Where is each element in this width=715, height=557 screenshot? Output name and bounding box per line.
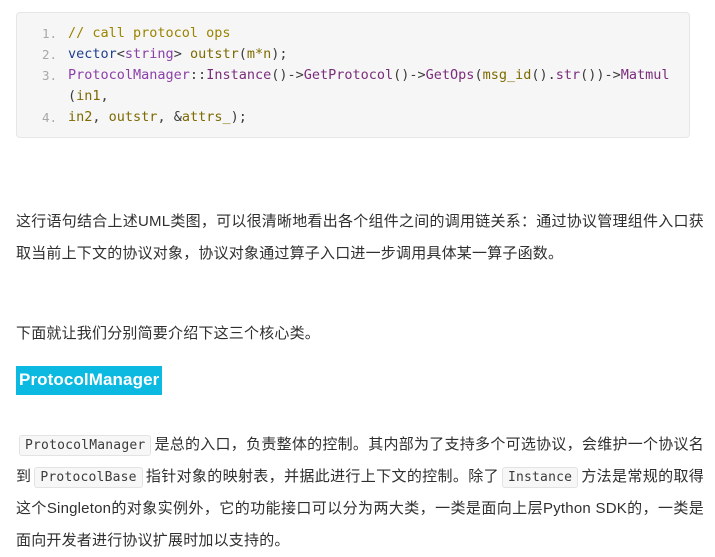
paragraph-protocolmanager-details: ProtocolManager 是总的入口，负责整体的控制。其内部为了支持多个可选… [16, 429, 704, 557]
code-token: attrs_ [181, 109, 231, 125]
code-token: // call protocol ops [68, 25, 231, 41]
code-token: in1 [76, 88, 101, 104]
code-token: GetOps [425, 67, 475, 83]
code-line: 3ProtocolManager::Instance()->GetProtoco… [23, 65, 683, 107]
code-line-number: 4 [23, 107, 57, 128]
code-token: , & [157, 109, 182, 125]
code-line-list: 1 // call protocol ops 2 vector<string> out… [23, 23, 683, 128]
code-line: 4 in2, outstr, &attrs_); [23, 107, 683, 128]
paragraph3-segment-2: 指针对象的映射表，并据此进行上下文的控制。除了 [145, 468, 499, 485]
section-heading-protocolmanager: ProtocolManager [16, 366, 163, 395]
code-token: < [116, 46, 125, 62]
code-line: 1 // call protocol ops [23, 23, 683, 44]
code-token: outstr [189, 46, 239, 62]
code-token: (). [531, 67, 556, 83]
code-line-number: 2 [23, 44, 57, 65]
code-line: 2 vector<string> outstr(m*n); [23, 44, 683, 65]
code-line-number: 1 [23, 23, 57, 44]
code-token: str [555, 67, 581, 83]
code-token: , [100, 88, 109, 104]
inline-code-instance: Instance [501, 467, 579, 488]
code-line-number: 3 [23, 65, 57, 86]
code-token: msg_id [482, 67, 532, 83]
inline-code-protocolbase: ProtocolBase [34, 467, 143, 488]
code-token: ( [474, 67, 483, 83]
code-token: GetProtocol [303, 67, 394, 83]
code-token: m*n [246, 46, 272, 62]
code-token: ); [230, 109, 247, 125]
code-token: ())-> [580, 67, 621, 83]
paragraph-explanation: 这行语句结合上述UML类图，可以很清晰地看出各个组件之间的调用链关系：通过协议管… [16, 213, 704, 262]
code-token: ()-> [271, 67, 304, 83]
code-token: outstr [108, 109, 158, 125]
heading-highlight-text: ProtocolManager [16, 366, 163, 395]
code-token: , [92, 109, 109, 125]
code-block: 1 // call protocol ops 2 vector<string> out… [16, 12, 690, 138]
code-token: :: [189, 67, 207, 83]
code-token: ( [68, 88, 77, 104]
code-token: ); [271, 46, 288, 62]
code-token: ProtocolManager [68, 67, 190, 83]
code-token: Instance [206, 67, 272, 83]
article-page: 1 // call protocol ops 2 vector<string> out… [0, 0, 715, 554]
code-token: > [173, 46, 190, 62]
code-token: ()-> [393, 67, 426, 83]
code-token: in2 [68, 109, 93, 125]
code-token: vector [68, 46, 117, 62]
code-token: Matmul [620, 67, 670, 83]
inline-code-protocolmanager: ProtocolManager [19, 435, 152, 456]
paragraph-intro: 下面就让我们分别简要介绍下这三个核心类。 [16, 325, 321, 342]
code-token: string [124, 46, 174, 62]
code-token: ( [238, 46, 247, 62]
